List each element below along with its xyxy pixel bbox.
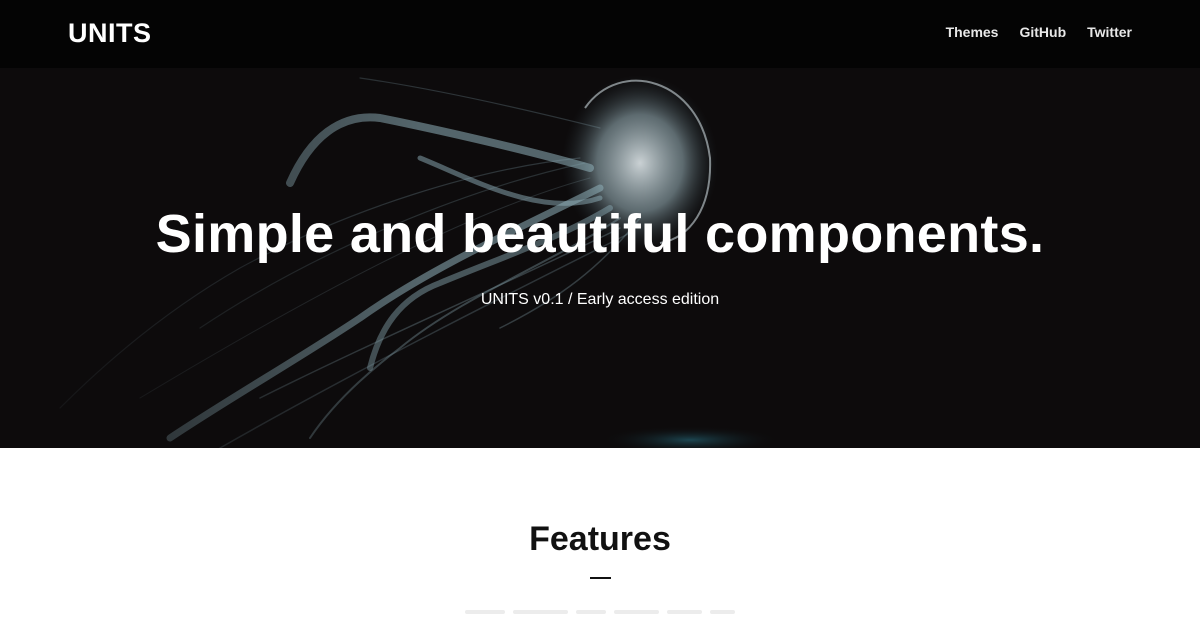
features-divider <box>590 577 611 579</box>
nav-links: Themes GitHub Twitter <box>946 24 1132 40</box>
nav-link-themes[interactable]: Themes <box>946 24 999 40</box>
features-section: Features <box>0 448 1200 630</box>
features-faint-text <box>465 610 735 616</box>
hero-subtitle: UNITS v0.1 / Early access edition <box>480 291 720 308</box>
features-title: Features <box>529 520 671 558</box>
nav-link-github[interactable]: GitHub <box>1019 24 1066 40</box>
hero-title: Simple and beautiful components. <box>155 204 1045 264</box>
nav-link-twitter[interactable]: Twitter <box>1087 24 1132 40</box>
brand-logo-link[interactable]: UNITS <box>68 18 152 49</box>
navbar: UNITS Themes GitHub Twitter <box>0 0 1200 68</box>
hero-section: Simple and beautiful components. UNITS v… <box>0 68 1200 448</box>
